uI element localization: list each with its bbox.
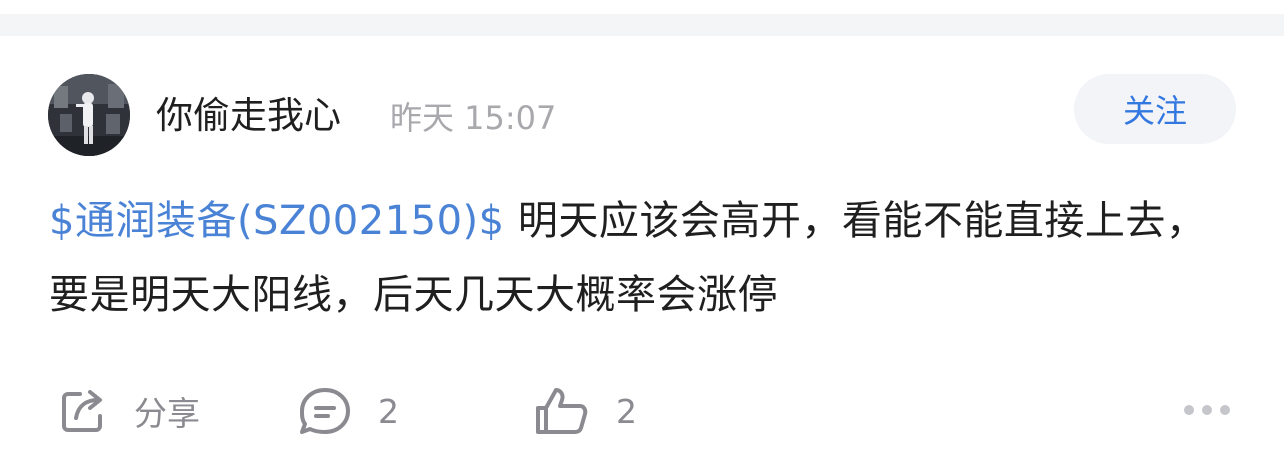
- comment-icon: [298, 386, 352, 436]
- follow-button[interactable]: 关注: [1074, 74, 1236, 144]
- share-icon: [58, 386, 108, 436]
- more-dot: [1220, 405, 1230, 415]
- action-bar: 分享 2 2: [0, 381, 1284, 441]
- avatar-image: [48, 74, 130, 156]
- thumbs-up-icon: [534, 386, 590, 436]
- comment-button[interactable]: 2: [298, 381, 399, 441]
- more-dot: [1184, 405, 1194, 415]
- post-timestamp: 昨天 15:07: [390, 99, 557, 137]
- share-button[interactable]: 分享: [58, 381, 200, 441]
- comment-count: 2: [378, 391, 399, 431]
- post-content: $通润装备(SZ002150)$ 明天应该会高开，看能不能直接上去，要是明天大阳…: [49, 184, 1239, 332]
- more-dots-icon[interactable]: [1184, 395, 1230, 425]
- stock-tag-link[interactable]: $通润装备(SZ002150)$: [49, 198, 505, 244]
- more-dot: [1202, 405, 1212, 415]
- share-label: 分享: [134, 394, 200, 433]
- post-card: 你偷走我心 昨天 15:07 关注 $通润装备(SZ002150)$ 明天应该会…: [0, 36, 1284, 473]
- like-count: 2: [616, 391, 637, 431]
- author-name[interactable]: 你偷走我心: [156, 94, 341, 138]
- avatar[interactable]: [48, 74, 130, 156]
- like-button[interactable]: 2: [534, 381, 637, 441]
- section-divider: [0, 14, 1284, 36]
